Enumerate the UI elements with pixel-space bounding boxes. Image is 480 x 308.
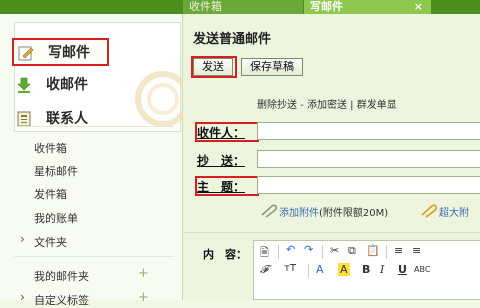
compose-nav-button[interactable]: 写邮件 [12, 38, 109, 66]
contacts-nav-label: 联系人 [46, 111, 88, 127]
attachment-limit-text: (附件限额20M) [319, 208, 389, 219]
folder-account[interactable]: 我的账单 [34, 210, 78, 226]
add-tag-icon[interactable]: + [138, 290, 149, 305]
font-family-dropdown[interactable]: 𝓕 [260, 263, 268, 277]
sidebar-divider [14, 126, 174, 127]
toolbar-separator [278, 245, 279, 259]
tab-compose-label: 写邮件 [310, 0, 343, 13]
tab-compose[interactable]: 写邮件 × [304, 0, 431, 14]
cut-icon[interactable]: ✂ [330, 244, 339, 257]
add-attachment-label: 添加附件 [279, 208, 319, 219]
save-draft-button[interactable]: 保存草稿 [241, 58, 303, 76]
highlight-color-button[interactable]: A [338, 263, 350, 276]
spellcheck-button[interactable]: ABC [414, 265, 430, 274]
address-book-icon [17, 111, 31, 127]
chevron-right-icon[interactable]: › [20, 232, 25, 246]
source-icon[interactable]: 🗎 [260, 244, 269, 263]
download-arrow-icon [17, 77, 31, 93]
page-title: 发送普通邮件 [193, 32, 272, 47]
italic-button[interactable]: I [380, 263, 384, 276]
swirl-decoration-inner [147, 83, 179, 115]
folder-starred[interactable]: 星标邮件 [34, 163, 78, 179]
close-icon[interactable]: × [414, 0, 423, 14]
font-color-button[interactable]: A [316, 263, 324, 276]
chevron-right-icon[interactable]: › [20, 290, 25, 304]
folder-inbox[interactable]: 收件箱 [34, 140, 67, 156]
receive-nav-button[interactable]: 收邮件 [12, 72, 142, 98]
bold-button[interactable]: B [362, 263, 370, 276]
add-attachment-link[interactable]: 添加附件(附件限额20M) [279, 204, 388, 219]
sidebar-divider [14, 256, 174, 257]
cc-input[interactable] [257, 150, 480, 168]
section-divider [183, 232, 480, 233]
subject-input[interactable] [257, 176, 480, 194]
subject-label: 主 题： [197, 180, 246, 194]
paste-icon[interactable]: 📋 [366, 244, 380, 257]
to-label: 收件人： [197, 126, 246, 140]
folder-my-folders[interactable]: 我的邮件夹 [34, 268, 89, 284]
add-folder-icon[interactable]: + [138, 266, 149, 281]
content-label: 内 容： [203, 248, 247, 261]
to-input[interactable] [257, 122, 480, 140]
pencil-note-icon [18, 46, 34, 61]
undo-icon[interactable]: ↶ [286, 243, 295, 256]
folder-custom-tags[interactable]: 自定义标签 [34, 292, 89, 308]
toolbar-separator [386, 245, 387, 259]
copy-icon[interactable]: ⧉ [348, 244, 356, 258]
align-center-icon[interactable]: ≡ [412, 244, 421, 257]
tab-inbox[interactable]: 收件箱 [183, 0, 303, 14]
align-left-icon[interactable]: ≡ [394, 244, 403, 257]
font-size-dropdown[interactable]: тT [284, 263, 296, 274]
recipient-options-links[interactable]: 删除抄送 - 添加密送 | 群发单显 [257, 96, 397, 111]
cc-label: 抄 送： [197, 154, 246, 168]
sidebar: 写邮件 收邮件 联系人 收件箱 星标邮件 发件箱 我的账单 › 文件夹 我的邮件… [0, 14, 191, 307]
send-button[interactable]: 发送 [193, 58, 233, 76]
toolbar-separator [308, 264, 309, 278]
rich-text-editor[interactable]: 🗎 ↶ ↷ ✂ ⧉ 📋 ≡ ≡ 𝓕 тT A A B I U ABC [253, 240, 480, 300]
paperclip-icon [261, 204, 278, 218]
underline-button[interactable]: U [398, 263, 407, 276]
tab-inbox-label: 收件箱 [189, 0, 222, 13]
folder-folders[interactable]: 文件夹 [34, 234, 67, 250]
big-paperclip-icon [421, 204, 438, 218]
contacts-nav-button[interactable]: 联系人 [12, 106, 142, 132]
receive-nav-label: 收邮件 [46, 77, 88, 93]
folder-sent[interactable]: 发件箱 [34, 186, 67, 202]
redo-icon[interactable]: ↷ [304, 243, 313, 256]
compose-panel: 发送普通邮件 发送 保存草稿 删除抄送 - 添加密送 | 群发单显 收件人： 抄… [183, 14, 480, 300]
toolbar-separator [322, 245, 323, 259]
big-attachment-link[interactable]: 超大附 [439, 204, 469, 219]
compose-nav-label: 写邮件 [48, 45, 90, 61]
